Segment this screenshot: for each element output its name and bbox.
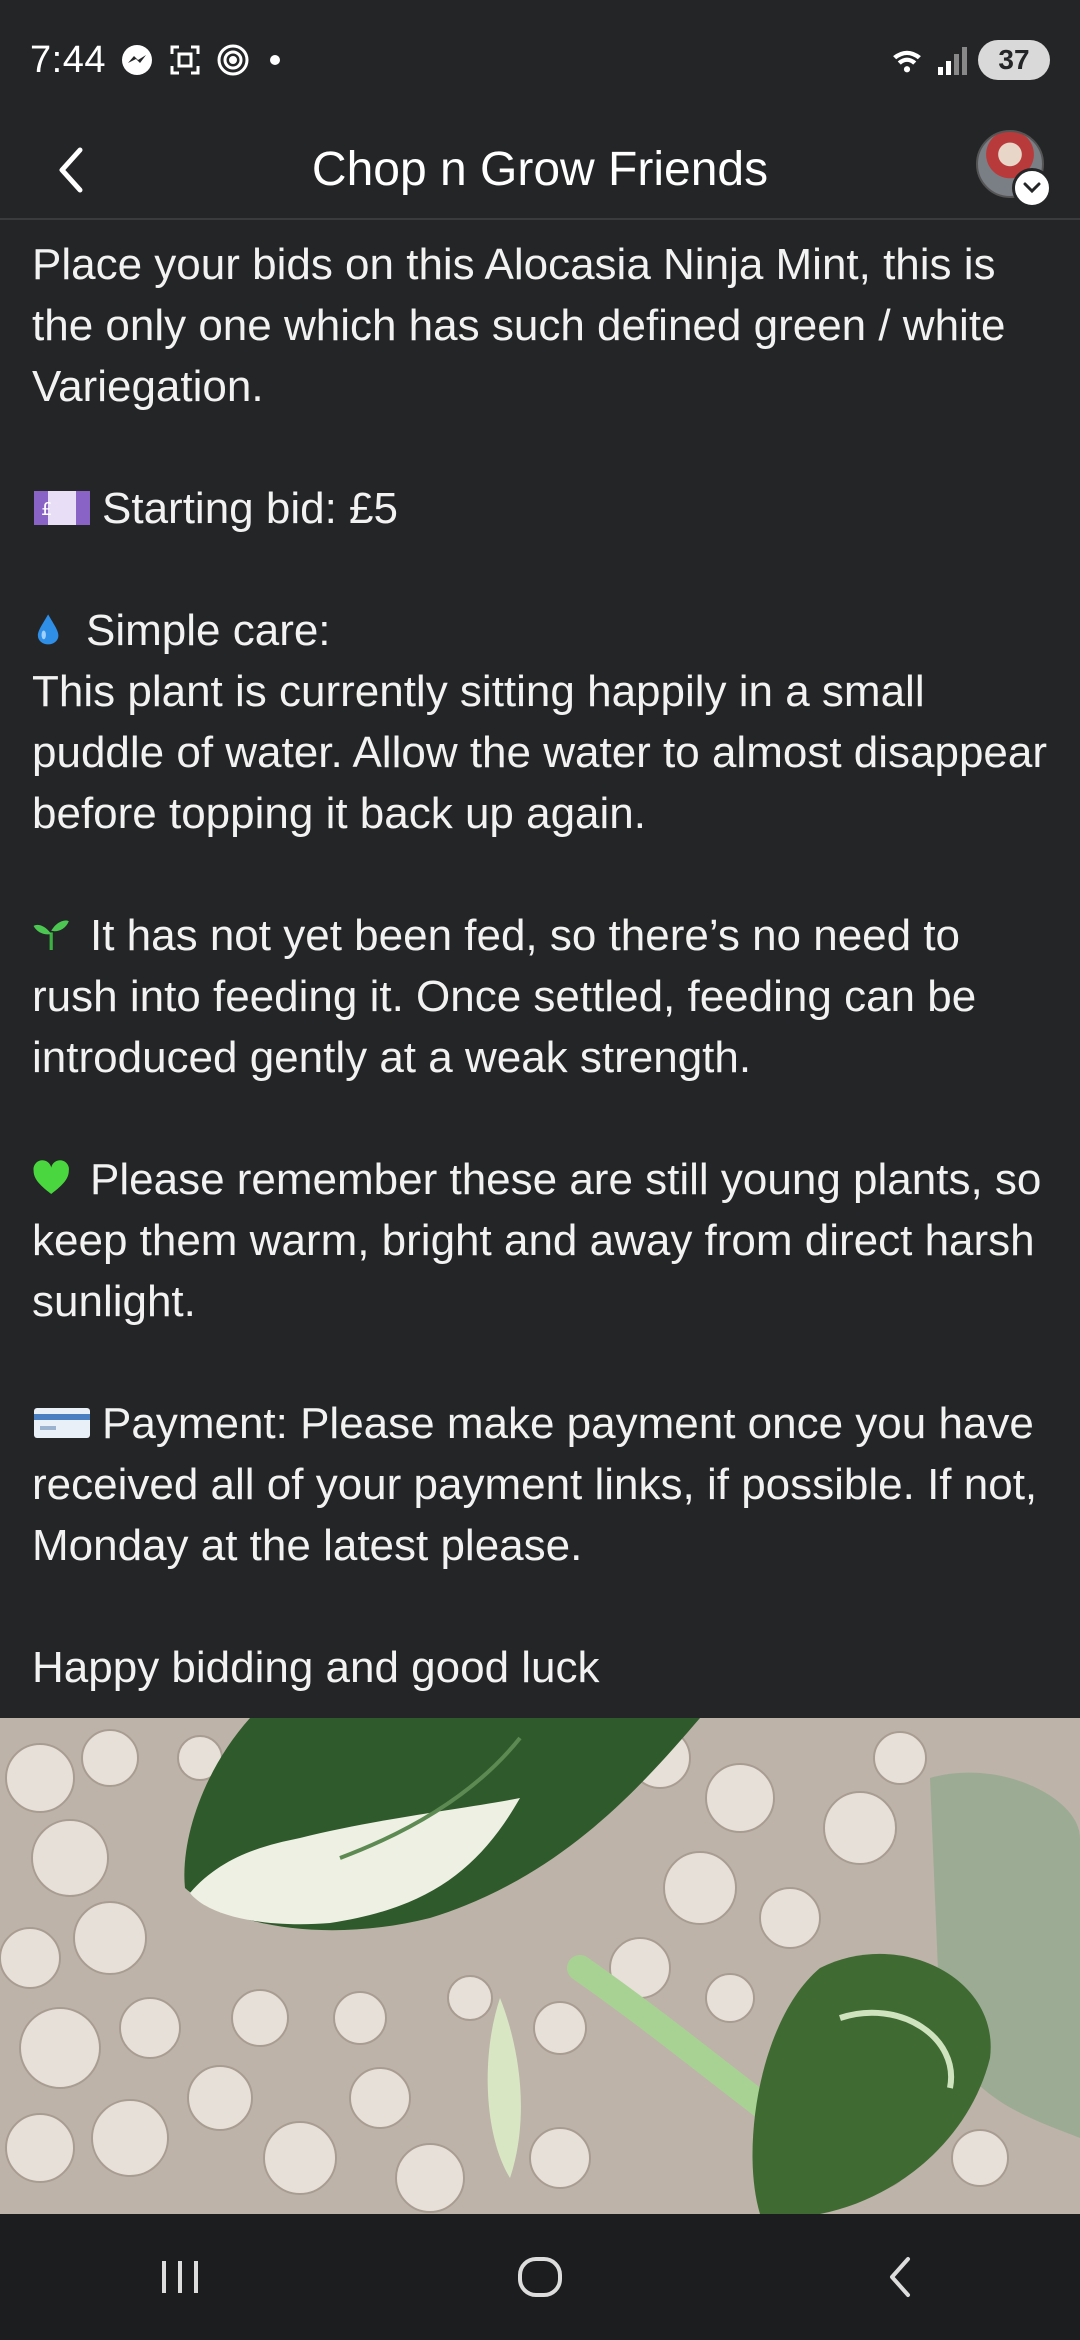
reminder-line: Please remember these are still young pl… bbox=[32, 1149, 1048, 1332]
feeding-line: It has not yet been fed, so there’s no n… bbox=[32, 905, 1048, 1088]
care-section: Simple care: This plant is currently sit… bbox=[32, 600, 1048, 844]
green-heart-icon bbox=[33, 1160, 69, 1194]
care-heading: Simple care: bbox=[86, 606, 331, 655]
notification-dot bbox=[269, 55, 280, 65]
credit-card-icon bbox=[34, 1408, 90, 1438]
screenshot-icon bbox=[168, 43, 202, 77]
post-text: Place your bids on this Alocasia Ninja M… bbox=[32, 234, 1048, 1698]
reminder-text: Please remember these are still young pl… bbox=[32, 1155, 1042, 1326]
svg-text:£: £ bbox=[41, 499, 52, 520]
home-button[interactable] bbox=[480, 2232, 600, 2322]
recent-apps-button[interactable] bbox=[120, 2232, 240, 2322]
chevron-down-icon bbox=[1012, 168, 1052, 208]
care-text: This plant is currently sitting happily … bbox=[32, 667, 1048, 838]
battery-indicator: 37 bbox=[978, 40, 1050, 80]
status-bar: 7:44 37 bbox=[0, 0, 1080, 120]
seedling-icon bbox=[33, 920, 69, 950]
hotspot-icon bbox=[216, 43, 250, 77]
profile-menu-button[interactable] bbox=[976, 130, 1052, 208]
starting-bid-text: Starting bid: £5 bbox=[102, 484, 398, 533]
payment-text: Payment: Please make payment once you ha… bbox=[32, 1399, 1038, 1570]
status-right: 37 bbox=[890, 40, 1050, 80]
pound-note-icon: £ bbox=[34, 491, 90, 525]
home-icon bbox=[518, 2257, 562, 2297]
water-drop-icon bbox=[37, 614, 59, 645]
plant-photo bbox=[0, 1718, 1080, 2214]
system-back-button[interactable] bbox=[840, 2232, 960, 2322]
post-photo[interactable] bbox=[0, 1718, 1080, 2214]
app-header: Chop n Grow Friends bbox=[0, 120, 1080, 220]
starting-bid-line: £ Starting bid: £5 bbox=[32, 478, 1048, 539]
post-intro: Place your bids on this Alocasia Ninja M… bbox=[32, 240, 1006, 411]
messenger-icon bbox=[120, 43, 154, 77]
status-left: 7:44 bbox=[30, 39, 280, 82]
status-time: 7:44 bbox=[30, 38, 106, 81]
system-nav-bar bbox=[0, 2214, 1080, 2340]
group-title: Chop n Grow Friends bbox=[311, 143, 769, 196]
back-icon bbox=[890, 2257, 910, 2297]
feeding-text: It has not yet been fed, so there’s no n… bbox=[32, 911, 977, 1082]
closing-line: Happy bidding and good luck bbox=[32, 1643, 600, 1692]
recent-apps-icon bbox=[162, 2261, 198, 2293]
signal-icon bbox=[934, 43, 968, 77]
payment-line: Payment: Please make payment once you ha… bbox=[32, 1393, 1048, 1576]
wifi-icon bbox=[890, 43, 924, 77]
